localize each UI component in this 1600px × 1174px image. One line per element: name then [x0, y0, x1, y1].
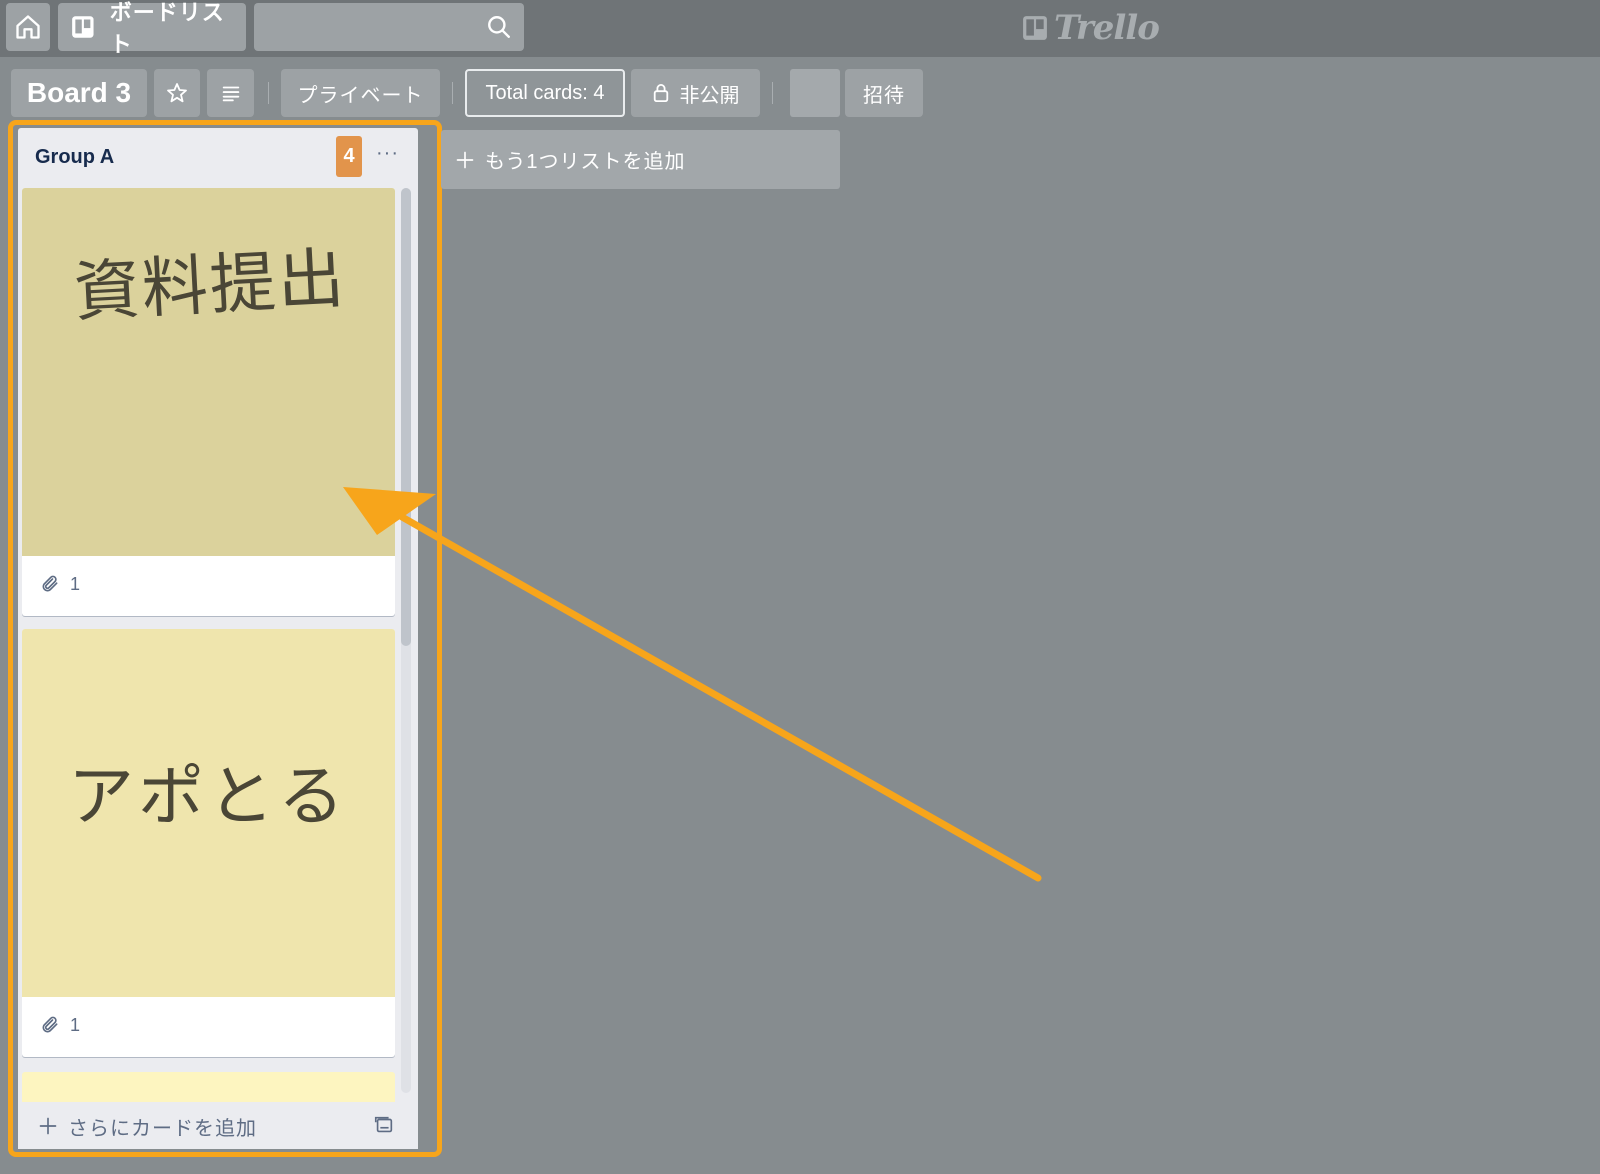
- board-icon: [72, 16, 94, 38]
- list-title[interactable]: Group A: [35, 146, 114, 169]
- trello-logo[interactable]: Trello: [1022, 8, 1160, 48]
- divider: [452, 82, 453, 104]
- divider: [772, 82, 773, 104]
- boards-list-label: ボードリスト: [109, 0, 225, 57]
- lock-icon: [653, 84, 668, 102]
- star-board-button[interactable]: [154, 69, 200, 117]
- plus-icon: [456, 151, 474, 168]
- menu-icon: [222, 86, 239, 102]
- home-icon: [16, 15, 40, 39]
- card-handwritten-text: 資料提出: [72, 240, 348, 331]
- list-group-a: Group A 4 ··· 資料提出 1 アポとる 1 さらにカードを追加: [18, 128, 418, 1149]
- add-list-button[interactable]: もう1つリストを追加: [441, 130, 840, 189]
- divider: [268, 82, 269, 104]
- card[interactable]: 資料提出 1: [22, 188, 395, 616]
- paperclip-icon: [42, 575, 58, 592]
- attachment-count: 1: [70, 1014, 81, 1035]
- visibility-button[interactable]: プライベート: [281, 69, 440, 117]
- board-menu-button[interactable]: [207, 69, 254, 117]
- privacy-label: 非公開: [679, 84, 740, 107]
- card-partial[interactable]: [22, 1072, 395, 1102]
- paperclip-icon: [42, 1016, 58, 1033]
- plus-icon: [39, 1117, 57, 1135]
- list-menu-button[interactable]: ···: [376, 142, 399, 165]
- board-title[interactable]: Board 3: [11, 69, 147, 117]
- privacy-button[interactable]: 非公開: [631, 69, 760, 117]
- invite-button[interactable]: 招待: [845, 69, 923, 117]
- add-list-label: もう1つリストを追加: [485, 151, 686, 173]
- card-template-button[interactable]: [373, 1114, 395, 1141]
- card[interactable]: アポとる 1: [22, 629, 395, 1057]
- boards-list-button[interactable]: ボードリスト: [58, 0, 246, 57]
- search-icon: [488, 16, 510, 38]
- card-cover-image: 資料提出: [22, 188, 395, 556]
- card-cover-image: アポとる: [22, 629, 395, 997]
- star-icon: [167, 83, 187, 103]
- attachment-badge: 1: [40, 1007, 80, 1043]
- add-card-label: さらにカードを追加: [68, 1117, 257, 1140]
- list-scrollbar[interactable]: [401, 188, 411, 1093]
- attachment-badge: 1: [40, 566, 80, 602]
- total-cards-badge[interactable]: Total cards: 4: [465, 69, 625, 117]
- list-footer: さらにカードを追加: [18, 1102, 418, 1149]
- annotation-arrow-shaft: [398, 513, 1042, 882]
- list-scrollbar-thumb[interactable]: [401, 188, 411, 646]
- card-count-badge: 4: [336, 136, 362, 177]
- trello-logo-icon: [1023, 16, 1047, 40]
- trello-logo-text: Trello: [1054, 8, 1160, 48]
- top-header: ボードリスト Trello: [0, 0, 1600, 57]
- member-avatar[interactable]: [790, 69, 840, 117]
- template-icon: [374, 1116, 393, 1133]
- home-button[interactable]: [6, 3, 50, 51]
- attachment-count: 1: [70, 573, 81, 594]
- handwritten-note-image: 資料提出: [72, 240, 348, 331]
- add-card-button[interactable]: さらにカードを追加: [38, 1108, 257, 1144]
- card-handwritten-text: アポとる: [68, 758, 348, 835]
- search-input[interactable]: [254, 3, 524, 51]
- handwritten-note-image: アポとる: [68, 758, 348, 835]
